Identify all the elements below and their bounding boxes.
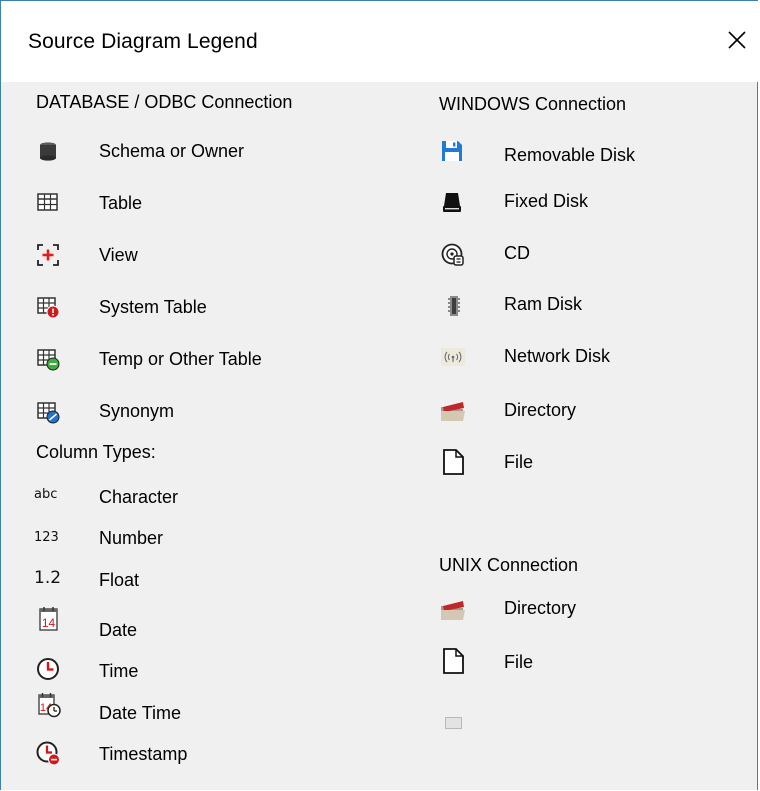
legend-label-ram-disk: Ram Disk [504, 294, 583, 314]
window-title: Source Diagram Legend [28, 30, 258, 53]
date-icon-text: 14 [42, 616, 56, 630]
timestamp-icon [36, 741, 60, 766]
legend-label-system-table: System Table [99, 297, 207, 317]
schema-icon [36, 139, 60, 163]
legend-label-network-disk: Network Disk [504, 346, 611, 366]
legend-label-unix-directory: Directory [504, 598, 577, 618]
unix-file-icon [442, 647, 466, 675]
hard-disk-icon [441, 191, 465, 215]
legend-label-time: Time [99, 661, 139, 681]
legend-window: Source Diagram Legend DATABASE / ODBC Co… [0, 0, 758, 790]
character-type-icon: abc [34, 487, 58, 502]
legend-label-schema: Schema or Owner [99, 141, 245, 161]
close-button[interactable] [713, 18, 759, 64]
legend-label-date: Date [99, 620, 138, 640]
legend-label-cd: CD [504, 243, 530, 263]
legend-label-timestamp: Timestamp [99, 744, 188, 764]
legend-label-fixed-disk: Fixed Disk [504, 191, 589, 211]
legend-label-table: Table [99, 193, 143, 213]
cd-icon [441, 243, 465, 267]
windows-heading: WINDOWS Connection [439, 94, 627, 114]
column-types-heading: Column Types: [36, 442, 156, 462]
legend-label-view: View [99, 245, 138, 265]
legend-label-date-time: Date Time [99, 703, 182, 723]
temp-table-icon [36, 347, 60, 371]
system-table-icon [36, 295, 60, 319]
legend-label-temp-table: Temp or Other Table [99, 349, 262, 369]
synonym-icon [36, 400, 60, 424]
view-icon [36, 243, 60, 267]
unix-heading: UNIX Connection [439, 555, 579, 575]
date-icon: 14 [37, 606, 61, 631]
legend-content: DATABASE / ODBC Connection Schema or Own… [1, 82, 758, 791]
legend-label-float: Float [99, 570, 140, 590]
folder-icon [439, 399, 467, 423]
floppy-icon [440, 139, 464, 163]
legend-label-synonym: Synonym [99, 401, 175, 421]
legend-label-removable-disk: Removable Disk [504, 145, 636, 165]
float-type-icon: 1.2 [34, 568, 62, 588]
datetime-icon: 14 [36, 692, 61, 718]
number-type-icon: 123 [34, 530, 59, 545]
clock-icon [36, 657, 60, 681]
legend-label-directory: Directory [504, 400, 577, 420]
legend-label-character: Character [99, 487, 179, 507]
legend-label-file: File [504, 452, 534, 472]
title-bar: Source Diagram Legend [1, 1, 758, 82]
placeholder-icon [445, 717, 462, 729]
file-icon [442, 448, 466, 476]
legend-label-unix-file: File [504, 652, 534, 672]
unix-folder-icon [439, 598, 467, 622]
table-icon [36, 190, 60, 214]
legend-label-number: Number [99, 528, 164, 548]
database-heading: DATABASE / ODBC Connection [36, 92, 293, 112]
close-icon [728, 31, 746, 49]
network-disk-icon [439, 345, 467, 369]
ram-icon [442, 294, 466, 318]
